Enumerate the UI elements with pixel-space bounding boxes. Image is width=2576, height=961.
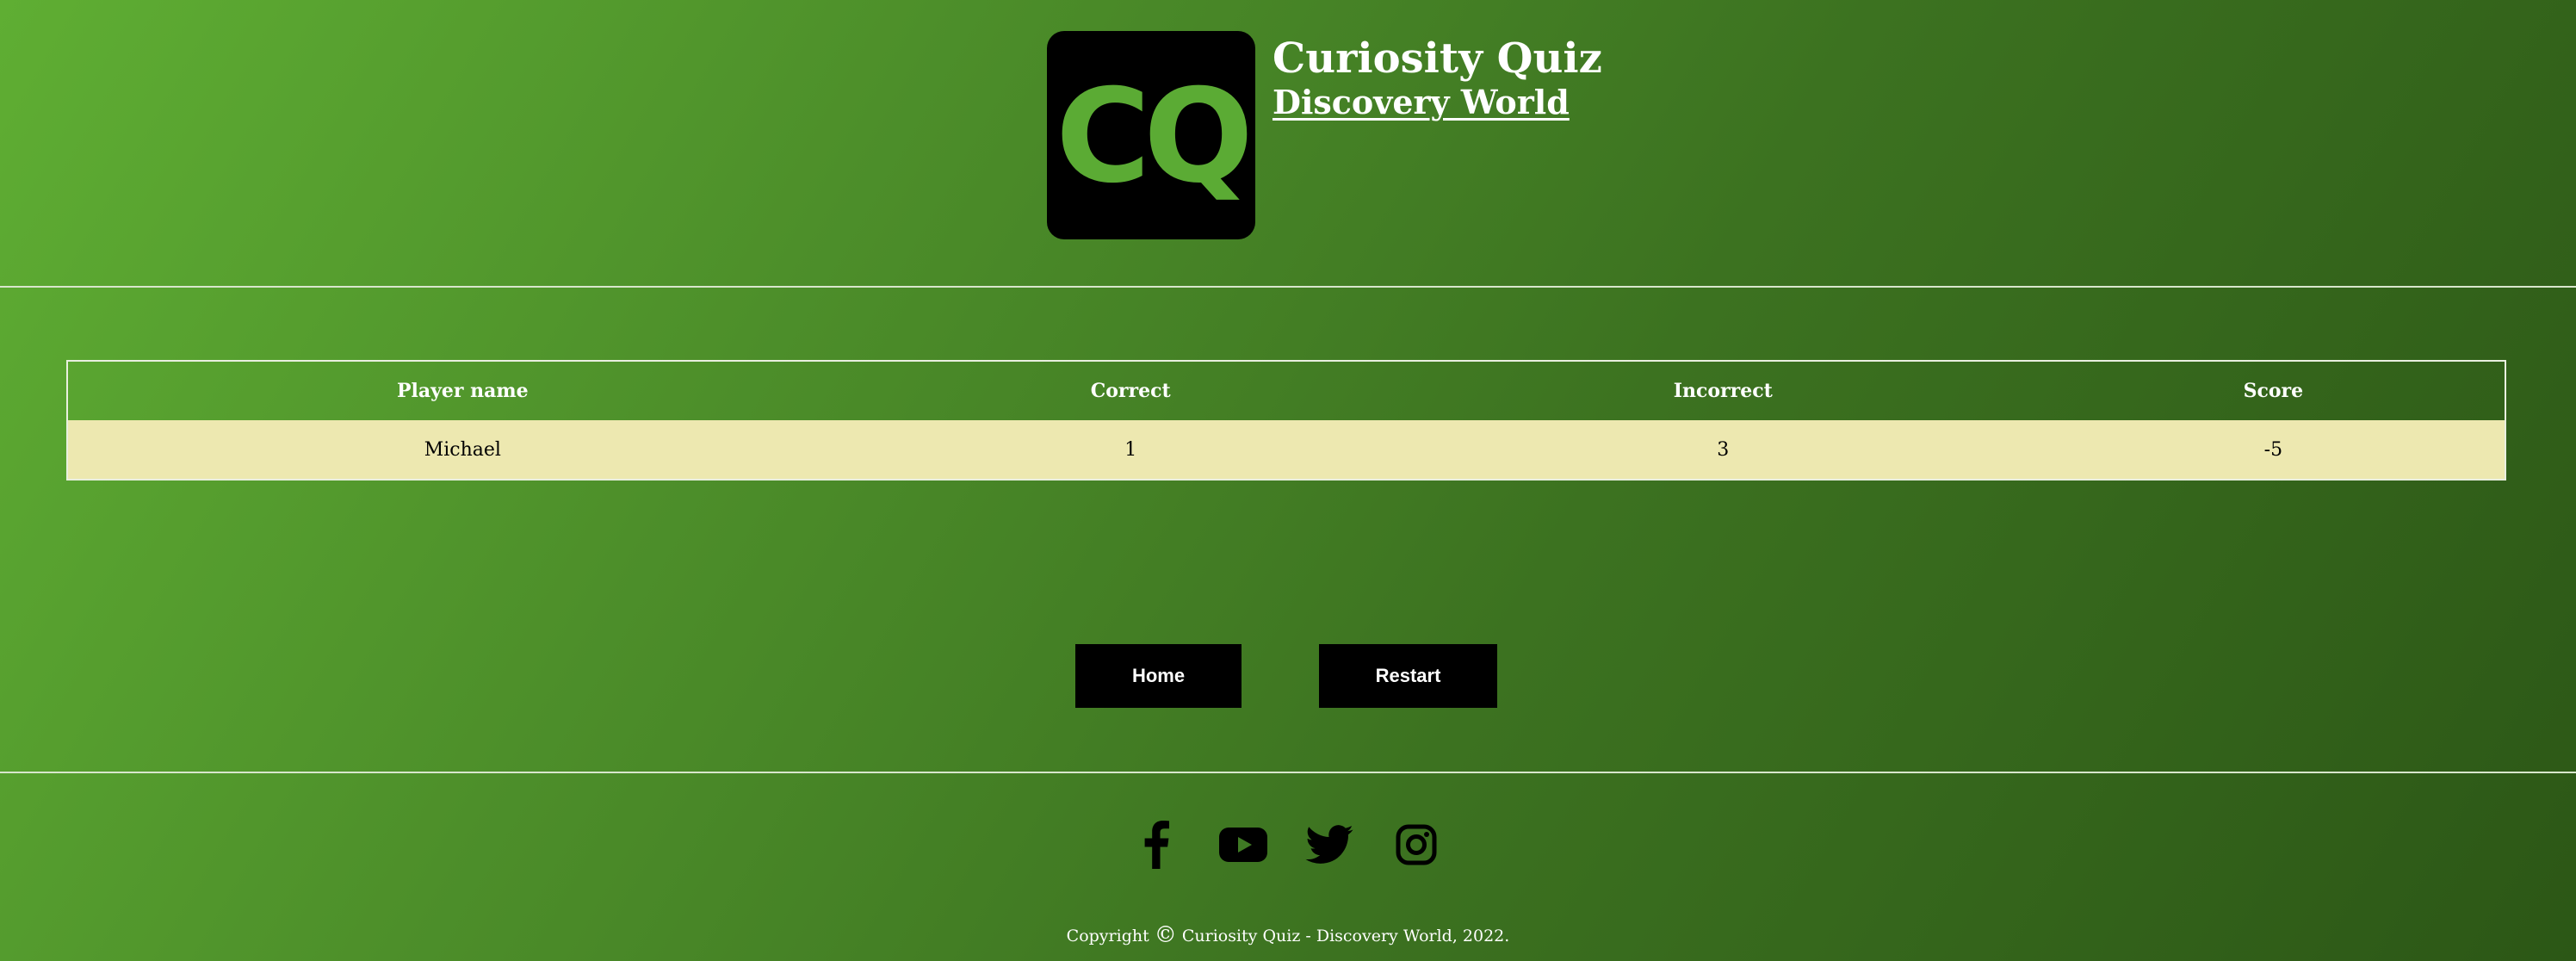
facebook-icon: [1144, 821, 1169, 869]
copyright: Copyright © Curiosity Quiz - Discovery W…: [0, 922, 2576, 948]
site-logo[interactable]: CQ: [1047, 31, 1255, 239]
twitter-link[interactable]: [1303, 815, 1355, 875]
table-row: Michael 1 3 -5: [67, 420, 2505, 480]
header-divider: [0, 286, 2576, 288]
cell-score: -5: [2041, 420, 2505, 480]
logo-text: CQ: [1056, 62, 1254, 212]
youtube-icon: [1219, 828, 1267, 862]
home-button[interactable]: Home: [1075, 644, 1242, 708]
facebook-link[interactable]: [1136, 815, 1176, 875]
copyright-text: Curiosity Quiz - Discovery World, 2022.: [1181, 927, 1510, 946]
cell-player-name: Michael: [67, 420, 858, 480]
results-table: Player name Correct Incorrect Score Mich…: [66, 360, 2506, 480]
copyright-prefix: Copyright: [1066, 927, 1149, 946]
column-header-score: Score: [2243, 380, 2304, 402]
instagram-link[interactable]: [1393, 815, 1440, 875]
instagram-icon: [1396, 824, 1437, 865]
cell-incorrect: 3: [1403, 420, 2042, 480]
column-header-correct: Correct: [1090, 380, 1171, 402]
column-header-player-name: Player name: [396, 380, 529, 402]
footer-divider: [0, 772, 2576, 773]
site-subtitle-link[interactable]: Discovery World: [1273, 81, 1570, 124]
youtube-link[interactable]: [1217, 815, 1269, 875]
copyright-symbol: ©: [1154, 922, 1177, 948]
site-title: Curiosity Quiz: [1273, 34, 1602, 83]
twitter-icon: [1305, 825, 1353, 864]
column-header-incorrect: Incorrect: [1673, 380, 1773, 402]
table-header-row: Player name Correct Incorrect Score: [67, 361, 2505, 420]
site-header: CQ Curiosity Quiz Discovery World: [0, 0, 2576, 286]
restart-button[interactable]: Restart: [1319, 644, 1497, 708]
cell-correct: 1: [857, 420, 1404, 480]
